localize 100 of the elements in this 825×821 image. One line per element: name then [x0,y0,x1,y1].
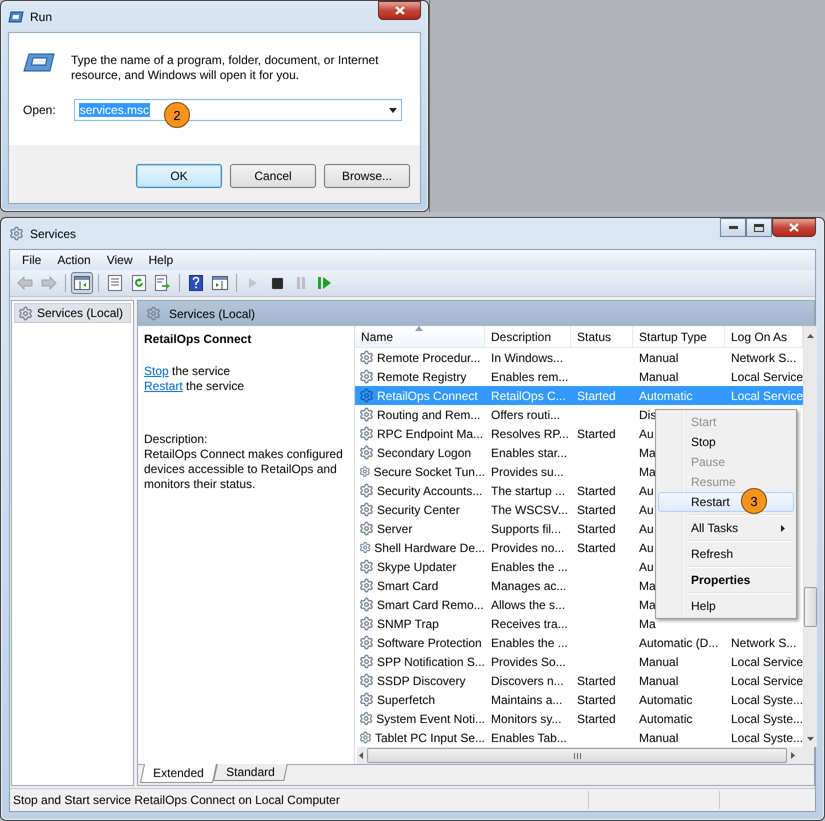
scroll-up-icon[interactable] [807,334,814,338]
maximize-button[interactable] [746,218,772,237]
prompt-text: Type the name of a program, folder, document, or Internet resource, and Windows will open it for you. [71,53,380,83]
table-cell: RPC Endpoint Ma... [377,426,484,440]
table-cell: The startup ... [491,484,566,498]
table-cell: The WSCSV... [491,502,568,516]
gear-icon [359,635,374,650]
stop-link[interactable]: Stop [144,364,169,378]
table-cell: Local Syste... [731,712,804,726]
pane-title: Services (Local) [169,306,256,320]
table-cell: Enables the ... [491,560,568,574]
table-cell: Au [639,522,654,536]
menu-item[interactable]: Help [658,596,794,616]
column-header[interactable]: Startup Type [633,326,725,348]
table-cell: Remote Registry [377,370,466,384]
gear-icon [359,578,374,593]
window-icon [23,53,55,72]
table-cell: Secure Socket Tun... [374,464,485,478]
list-icon [108,275,122,291]
view-tab[interactable]: Standard [212,764,288,781]
table-cell: Ma [639,446,656,460]
column-header[interactable]: Name [355,326,485,348]
menu-item[interactable]: Refresh [658,544,794,564]
table-cell: Au [639,560,654,574]
gear-icon [359,711,374,726]
gear-icon [359,407,374,422]
toolbar-button[interactable] [71,272,93,294]
gear-icon [359,692,374,707]
menu-item[interactable]: Properties [658,570,794,590]
gear-icon [359,464,371,479]
menu-item[interactable]: Action [49,253,99,267]
column-header[interactable]: Description [485,326,571,348]
table-cell: Local Service [731,388,804,402]
table-cell: Manual [639,370,678,384]
scroll-right-icon[interactable] [791,752,795,759]
help-icon [189,275,203,291]
table-cell: System Event Noti... [376,712,485,726]
tree-item[interactable]: Services (Local) [14,303,131,323]
table-cell: Smart Card [377,578,438,592]
menu-item[interactable]: All Tasks [658,518,794,538]
resume-icon [318,277,332,289]
menu-item[interactable]: Help [140,253,182,267]
table-cell: Started [577,426,616,440]
table-cell: Receives tra... [491,616,568,630]
table-cell: Ma [639,598,656,612]
table-cell: Started [577,388,616,402]
table-cell: Manages ac... [491,578,566,592]
table-cell: Ma [639,464,656,478]
menu-item[interactable]: View [98,253,140,267]
table-cell: In Windows... [491,350,564,364]
gear-icon [359,559,374,574]
service-title: RetailOps Connect [144,332,252,346]
table-cell: Software Protection [377,636,482,650]
browse-button[interactable]: Browse... [324,164,410,188]
close-button[interactable] [378,1,421,20]
table-cell: Manual [639,350,678,364]
cancel-button[interactable]: Cancel [230,164,316,188]
gear-icon [359,540,372,555]
table-cell: SSDP Discovery [377,674,466,688]
gear-icon [359,502,374,517]
table-cell: Security Center [377,502,460,516]
window-title: Services [30,226,78,240]
table-cell: Au [639,426,654,440]
panel-icon [212,276,228,290]
forward-arrow-icon [41,276,57,290]
scroll-left-icon[interactable] [359,752,363,759]
restart-link[interactable]: Restart [144,379,183,393]
column-header[interactable]: Status [571,326,633,348]
table-cell: Automatic [639,712,692,726]
sort-arrow-icon [415,326,423,331]
table-cell: Started [577,502,616,516]
open-label: Open: [23,103,56,117]
action-text: Restart the service [144,379,246,394]
table-cell: Enables rem... [491,370,568,384]
gear-icon [146,306,161,321]
menu-item[interactable]: File [14,253,50,267]
menu-item[interactable]: Stop [658,432,794,452]
table-cell: Secondary Logon [377,446,472,460]
table-cell: Skype Updater [377,560,456,574]
scroll-down-icon[interactable] [807,737,814,741]
table-cell: Enables star... [491,446,568,460]
table-cell: Routing and Rem... [377,408,480,422]
view-tab[interactable]: Extended [140,764,217,783]
gear-icon [359,597,374,612]
table-cell: RetailOps C... [491,388,566,402]
minimize-button[interactable] [720,218,746,237]
table-cell: Provides no... [491,540,564,554]
export-icon [155,275,171,291]
minimize-icon [728,226,738,229]
scrollbar-thumb[interactable] [804,587,817,627]
horizontal-scrollbar[interactable] [357,747,814,764]
ok-button[interactable]: OK [136,164,222,188]
table-cell: Enables the ... [491,636,568,650]
vertical-scrollbar[interactable] [803,326,817,747]
maximize-icon [754,224,764,232]
column-header[interactable]: Log On As [725,326,803,348]
close-button[interactable] [772,218,816,237]
gear-icon [359,483,374,498]
table-cell: Au [639,502,654,516]
table-cell: Maintains a... [491,692,562,706]
